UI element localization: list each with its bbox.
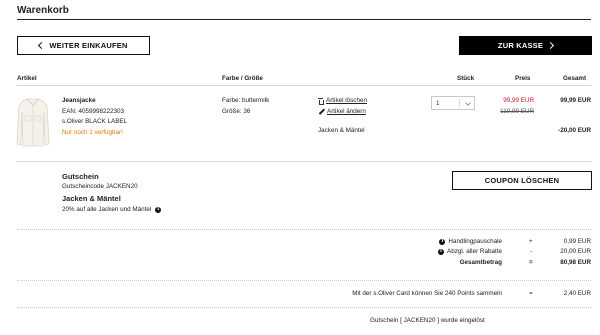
header-total: Gesamt	[563, 75, 587, 82]
item-divider	[17, 161, 591, 162]
coupon-heading: Gutschein	[62, 172, 99, 181]
summary-divider	[17, 280, 591, 281]
info-icon[interactable]: i	[155, 206, 162, 213]
product-size: Größe: 36	[222, 107, 251, 115]
summary-value-total: 80,98 EUR	[560, 259, 591, 266]
title-divider	[17, 19, 591, 20]
summary-op-discounts: -	[530, 248, 533, 255]
product-actions: Artikel löschen Artikel ändern	[318, 96, 367, 117]
sale-price: 99,99 EUR	[503, 97, 534, 104]
remove-coupon-label: COUPON LÖSCHEN	[484, 176, 560, 185]
product-ean: EAN: 4059998222303	[62, 107, 124, 115]
trash-icon	[318, 98, 324, 106]
product-image[interactable]	[16, 96, 50, 148]
summary-label-discounts: i Abzgl. aller Rabatte	[438, 247, 502, 258]
page-title: Warenkorb	[17, 5, 69, 16]
coupon-divider	[17, 229, 591, 230]
stock-notice: Nur noch 1 verfügbar!	[62, 128, 123, 136]
remove-coupon-button[interactable]: COUPON LÖSCHEN	[452, 171, 592, 190]
delete-item-link[interactable]: Artikel löschen	[318, 96, 367, 107]
delete-item-label: Artikel löschen	[326, 97, 367, 104]
summary-op-total: =	[529, 259, 533, 266]
header-color-size: Farbe / Größe	[222, 75, 263, 82]
coupon-description: 20% auf alle Jacken und Mäntel	[62, 206, 152, 213]
product-attributes: Farbe: buttermilk Größe: 36	[222, 96, 269, 117]
points-value: 2,40 EUR	[563, 290, 591, 297]
edit-item-label: Artikel ändern	[327, 107, 366, 115]
product-brand: s.Oliver BLACK LABEL	[62, 118, 128, 125]
continue-shopping-label: WEITER EINKAUFEN	[49, 41, 128, 50]
chevron-down-icon	[465, 100, 471, 106]
coupon-category: Jacken & Mäntel	[62, 194, 121, 203]
summary-value-handling: 0,99 EUR	[563, 238, 591, 245]
item-discount: -20,00 EUR	[558, 127, 591, 134]
quantity-divider	[459, 99, 460, 107]
coupon-applied-notice: Gutschein [ JACKEN20 ] wurde eingelöst	[370, 317, 485, 324]
header-article: Artikel	[17, 75, 37, 82]
summary-value-discounts: 20,00 EUR	[560, 248, 591, 255]
product-color: Farbe: buttermilk	[222, 97, 270, 104]
pencil-icon	[318, 109, 324, 115]
points-divider	[17, 307, 591, 308]
original-price: 119,99 EUR	[500, 108, 534, 115]
checkout-button[interactable]: ZUR KASSE	[459, 36, 592, 55]
coupon-code: Gutscheincode JACKEN20	[62, 183, 138, 190]
continue-shopping-button[interactable]: WEITER EINKAUFEN	[17, 36, 150, 55]
header-quantity: Stück	[457, 75, 475, 82]
quantity-value: 1	[436, 99, 440, 107]
edit-item-link[interactable]: Artikel ändern	[318, 107, 367, 118]
info-icon[interactable]: i	[438, 249, 445, 256]
chevron-left-icon	[38, 41, 46, 50]
coupon-description-row: 20% auf alle Jacken und Mäntel i	[62, 205, 162, 214]
summary-label-handling: i Handlingpauschale	[439, 237, 502, 248]
product-info: Jeansjacke EAN: 4059998222303 s.Oliver B…	[62, 96, 127, 138]
header-divider	[17, 85, 591, 86]
header-price: Preis	[515, 75, 531, 82]
summary-label-total: Gesamtbetrag	[459, 259, 502, 266]
coupon-block: Gutschein Gutscheincode JACKEN20 Jacken …	[62, 171, 162, 214]
quantity-select[interactable]: 1	[431, 96, 475, 110]
points-text: Mit der s.Oliver Card können Sie 240 Poi…	[352, 290, 502, 297]
summary-op-handling: +	[529, 238, 533, 245]
chevron-right-icon	[547, 41, 555, 50]
checkout-label: ZUR KASSE	[497, 41, 544, 50]
product-name[interactable]: Jeansjacke	[62, 96, 127, 107]
points-op: =	[529, 290, 533, 297]
product-category: Jacken & Mäntel	[318, 127, 365, 134]
info-icon[interactable]: i	[439, 239, 446, 246]
item-total: 99,99 EUR	[560, 97, 591, 104]
